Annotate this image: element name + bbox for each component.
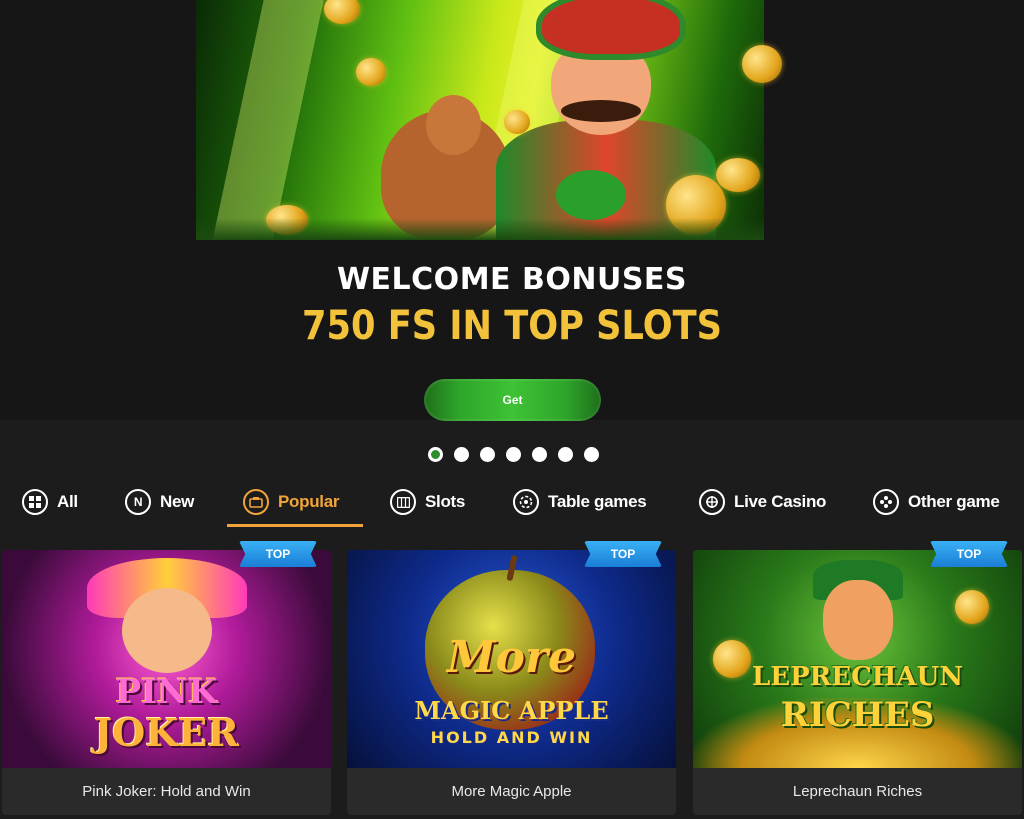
tab-slots[interactable]: Slots [390, 476, 465, 528]
game-title: Leprechaun Riches [792, 783, 923, 800]
tab-new[interactable]: N New [125, 476, 194, 528]
coin-icon [324, 0, 360, 24]
slots-icon [390, 489, 416, 515]
tab-label: Live Casino [734, 492, 827, 511]
tab-label: Table games [548, 492, 647, 511]
new-n-icon: N [125, 489, 151, 515]
chip-icon [513, 489, 539, 515]
carousel-dot[interactable] [506, 447, 521, 462]
tab-label: Other game [908, 492, 1000, 511]
banner-title: WELCOME BONUSES [336, 262, 688, 297]
top-badge: TOP [239, 541, 317, 567]
game-title: Pink Joker: Hold and Win [82, 783, 251, 800]
tab-live-casino[interactable]: Live Casino [699, 476, 826, 528]
promo-banner: WELCOME BONUSES 750 FS IN TOP SLOTS Get [0, 0, 1024, 421]
carousel-dot[interactable] [454, 447, 469, 462]
game-category-tabs: All N New Popular Slots Table games Live… [0, 476, 1024, 528]
game-thumbnail: More MAGIC APPLE HOLD AND WIN [347, 550, 676, 768]
top-badge: TOP [584, 541, 662, 567]
tab-label: New [160, 492, 195, 511]
coin-icon [356, 58, 386, 86]
carousel-dot[interactable] [532, 447, 547, 462]
casino-page: WELCOME BONUSES 750 FS IN TOP SLOTS Get … [0, 0, 1024, 819]
tab-label: Slots [425, 492, 466, 511]
coin-icon [504, 110, 530, 134]
carousel-dot[interactable] [558, 447, 573, 462]
game-card-more-magic-apple[interactable]: More MAGIC APPLE HOLD AND WIN TOP More M… [347, 541, 676, 815]
tab-all[interactable]: All [22, 476, 78, 528]
carousel-dots [428, 447, 599, 462]
banner-subtitle: 750 FS IN TOP SLOTS [301, 303, 722, 349]
game-title: More Magic Apple [451, 783, 572, 800]
tab-label: Popular [278, 492, 340, 511]
coin-icon [742, 45, 782, 83]
other-game-icon [873, 489, 899, 515]
grid-icon [22, 489, 48, 515]
roulette-icon [699, 489, 725, 515]
sombrero-illustration [536, 0, 686, 60]
coin-icon [955, 590, 989, 624]
carousel-dot[interactable] [480, 447, 495, 462]
game-thumbnail: PINK JOKER [2, 550, 331, 768]
game-thumbnail: LEPRECHAUN RICHES [693, 550, 1022, 768]
tab-table-games[interactable]: Table games [513, 476, 647, 528]
banner-illustration [196, 0, 764, 240]
carousel-dot[interactable] [428, 447, 443, 462]
active-tab-indicator [227, 524, 363, 527]
tab-popular[interactable]: Popular [243, 476, 339, 528]
get-bonus-button[interactable]: Get [424, 379, 601, 421]
tab-other-game[interactable]: Other game [873, 476, 1000, 528]
game-card-pink-joker[interactable]: PINK JOKER TOP Pink Joker: Hold and Win [2, 541, 331, 815]
popular-icon [243, 489, 269, 515]
tab-label: All [57, 492, 78, 511]
coin-icon [716, 158, 760, 192]
joker-illustration [122, 588, 212, 673]
pepper-illustration [556, 170, 626, 220]
carousel-dot[interactable] [584, 447, 599, 462]
game-card-leprechaun-riches[interactable]: LEPRECHAUN RICHES TOP Leprechaun Riches [693, 541, 1022, 815]
leprechaun-illustration [823, 580, 893, 660]
top-badge: TOP [930, 541, 1008, 567]
